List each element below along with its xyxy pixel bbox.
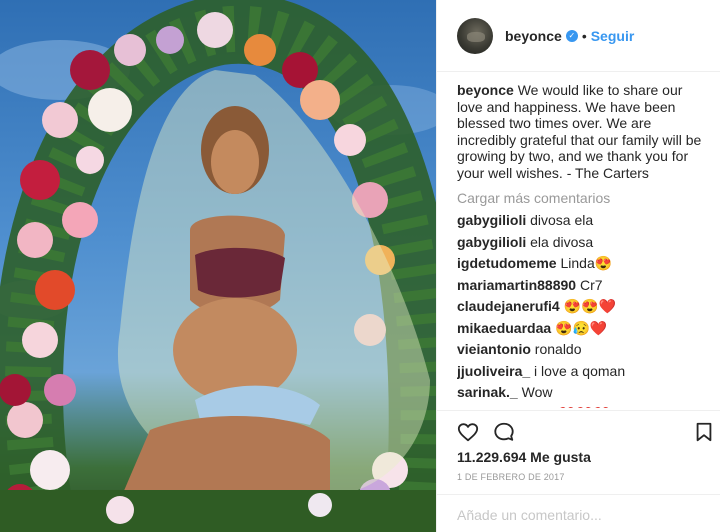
comment-username[interactable]: gabygilioli: [457, 212, 526, 228]
comment-text: Cr7: [579, 276, 603, 293]
comment-item: gabygilioli divosa ela: [457, 212, 707, 234]
comment-item: gabygilioli ela divosa: [457, 234, 707, 256]
post-caption: beyonce We would like to share our love …: [457, 82, 707, 182]
comment-text: Wow: [521, 384, 553, 401]
comment-item: mikaeduardaa 😍😥❤️: [457, 320, 707, 342]
comment-text: ❤️❤️❤️: [558, 406, 610, 408]
comment-item: mariamartin88890 Cr7: [457, 277, 707, 299]
add-comment-input[interactable]: Añade un comentario...: [437, 494, 720, 532]
comment-item: vieiantonio ronaldo: [457, 341, 707, 363]
post-header: beyonce ✓ • Seguir: [437, 0, 720, 72]
comment-username[interactable]: sarinak._: [457, 384, 518, 400]
comment-text: divosa ela: [530, 212, 594, 229]
follow-button[interactable]: Seguir: [591, 28, 635, 44]
comment-text: 😍😥❤️: [555, 319, 608, 336]
comment-text: ronaldo: [534, 341, 582, 358]
comment-username[interactable]: jjuoliveira_: [457, 363, 530, 379]
post-date: 1 DE FEBRERO DE 2017: [457, 472, 565, 482]
verified-badge-icon: ✓: [565, 29, 578, 42]
heart-icon[interactable]: [457, 421, 479, 443]
likes-count[interactable]: 11.229.694 Me gusta: [457, 449, 591, 465]
comment-text: Linda😍: [560, 255, 613, 272]
caption-username[interactable]: beyonce: [457, 82, 514, 98]
comment-username[interactable]: vieiantonio: [457, 341, 531, 357]
comment-item: ossismcmaust ❤️❤️❤️: [457, 406, 707, 408]
bookmark-icon[interactable]: [693, 421, 715, 443]
comment-item: igdetudomeme Linda😍: [457, 255, 707, 277]
comment-item: jjuoliveira_ i love a qoman: [457, 363, 707, 385]
load-more-comments-link[interactable]: Cargar más comentarios: [457, 190, 707, 207]
comment-item: sarinak._ Wow: [457, 384, 707, 406]
comment-username[interactable]: igdetudomeme: [457, 255, 557, 271]
comment-text: ela divosa: [530, 233, 594, 250]
comment-username[interactable]: mariamartin88890: [457, 277, 576, 293]
separator-dot: •: [581, 27, 587, 44]
post-photo[interactable]: [0, 0, 436, 532]
post-actions: [437, 410, 720, 450]
comment-text: i love a qoman: [534, 362, 626, 379]
comments-list[interactable]: beyonce We would like to share our love …: [457, 82, 707, 408]
comment-username[interactable]: ossismcmaust: [457, 406, 554, 408]
post-photo-art: [0, 0, 436, 532]
post-sidebar: beyonce ✓ • Seguir beyonce We would like…: [436, 0, 720, 532]
comment-item: claudejanerufi4 😍😍❤️: [457, 298, 707, 320]
comment-icon[interactable]: [493, 421, 515, 443]
comment-username[interactable]: gabygilioli: [457, 234, 526, 250]
comment-text: 😍😍❤️: [563, 298, 616, 315]
comment-username[interactable]: claudejanerufi4: [457, 298, 560, 314]
comment-username[interactable]: mikaeduardaa: [457, 320, 551, 336]
header-username[interactable]: beyonce: [505, 28, 562, 44]
avatar[interactable]: [457, 17, 493, 54]
